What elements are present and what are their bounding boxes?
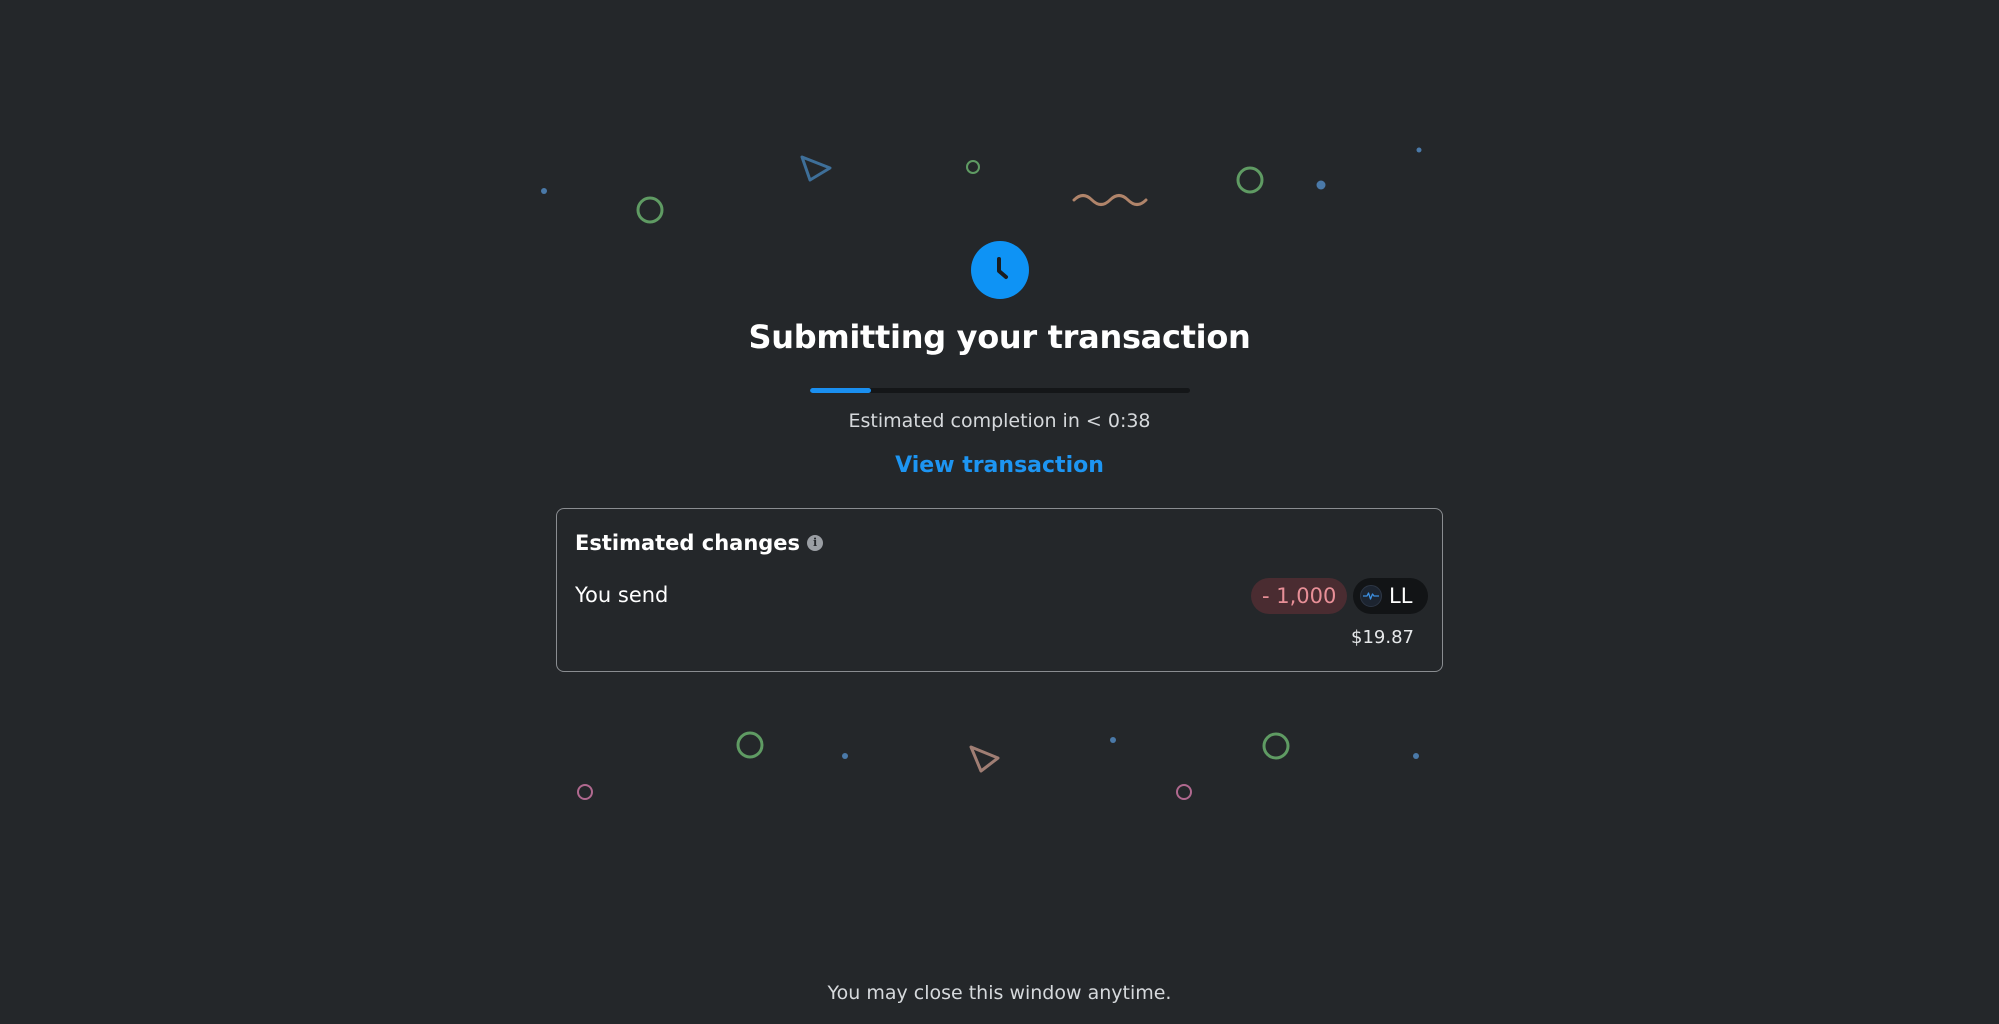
confetti-dot: [1416, 147, 1422, 153]
progress-bar-fill: [810, 388, 871, 393]
confetti-circle: [1262, 732, 1290, 760]
confetti-dot: [1413, 753, 1419, 759]
confetti-circle: [577, 784, 593, 800]
view-transaction-link-row: View transaction: [0, 453, 1999, 478]
you-send-label: You send: [575, 583, 669, 607]
confetti-dot: [842, 753, 848, 759]
confetti-circle: [736, 731, 764, 759]
fiat-value: $19.87: [1351, 627, 1414, 648]
confetti-triangle: [969, 745, 1000, 773]
estimated-changes-card: Estimated changes i You send - 1,000 LL …: [556, 508, 1443, 672]
token-logo-icon: [1360, 585, 1382, 607]
confetti-squiggle: [1072, 194, 1148, 206]
info-icon[interactable]: i: [807, 535, 824, 551]
confetti-circle: [966, 160, 980, 174]
clock-icon: [971, 241, 1029, 299]
token-symbol: LL: [1389, 584, 1413, 608]
confetti-dot: [1316, 180, 1326, 190]
confetti-dot: [541, 188, 547, 194]
view-transaction-link[interactable]: View transaction: [895, 453, 1104, 478]
progress-bar: [810, 388, 1190, 393]
confetti-triangle: [800, 155, 832, 182]
confetti-circle: [636, 196, 664, 224]
send-amount-badge: - 1,000: [1251, 578, 1348, 614]
estimated-completion-text: Estimated completion in < 0:38: [848, 410, 1151, 432]
close-window-note: You may close this window anytime.: [827, 982, 1172, 1004]
page-title: Submitting your transaction: [748, 318, 1251, 356]
estimated-changes-heading: Estimated changes i: [575, 531, 824, 555]
transaction-status-page: Submitting your transaction Estimated co…: [0, 0, 1999, 1024]
confetti-circle: [1236, 166, 1264, 194]
token-badge[interactable]: LL: [1353, 578, 1428, 614]
confetti-circle: [1176, 784, 1192, 800]
confetti-dot: [1110, 737, 1116, 743]
estimated-changes-title: Estimated changes: [575, 531, 801, 555]
